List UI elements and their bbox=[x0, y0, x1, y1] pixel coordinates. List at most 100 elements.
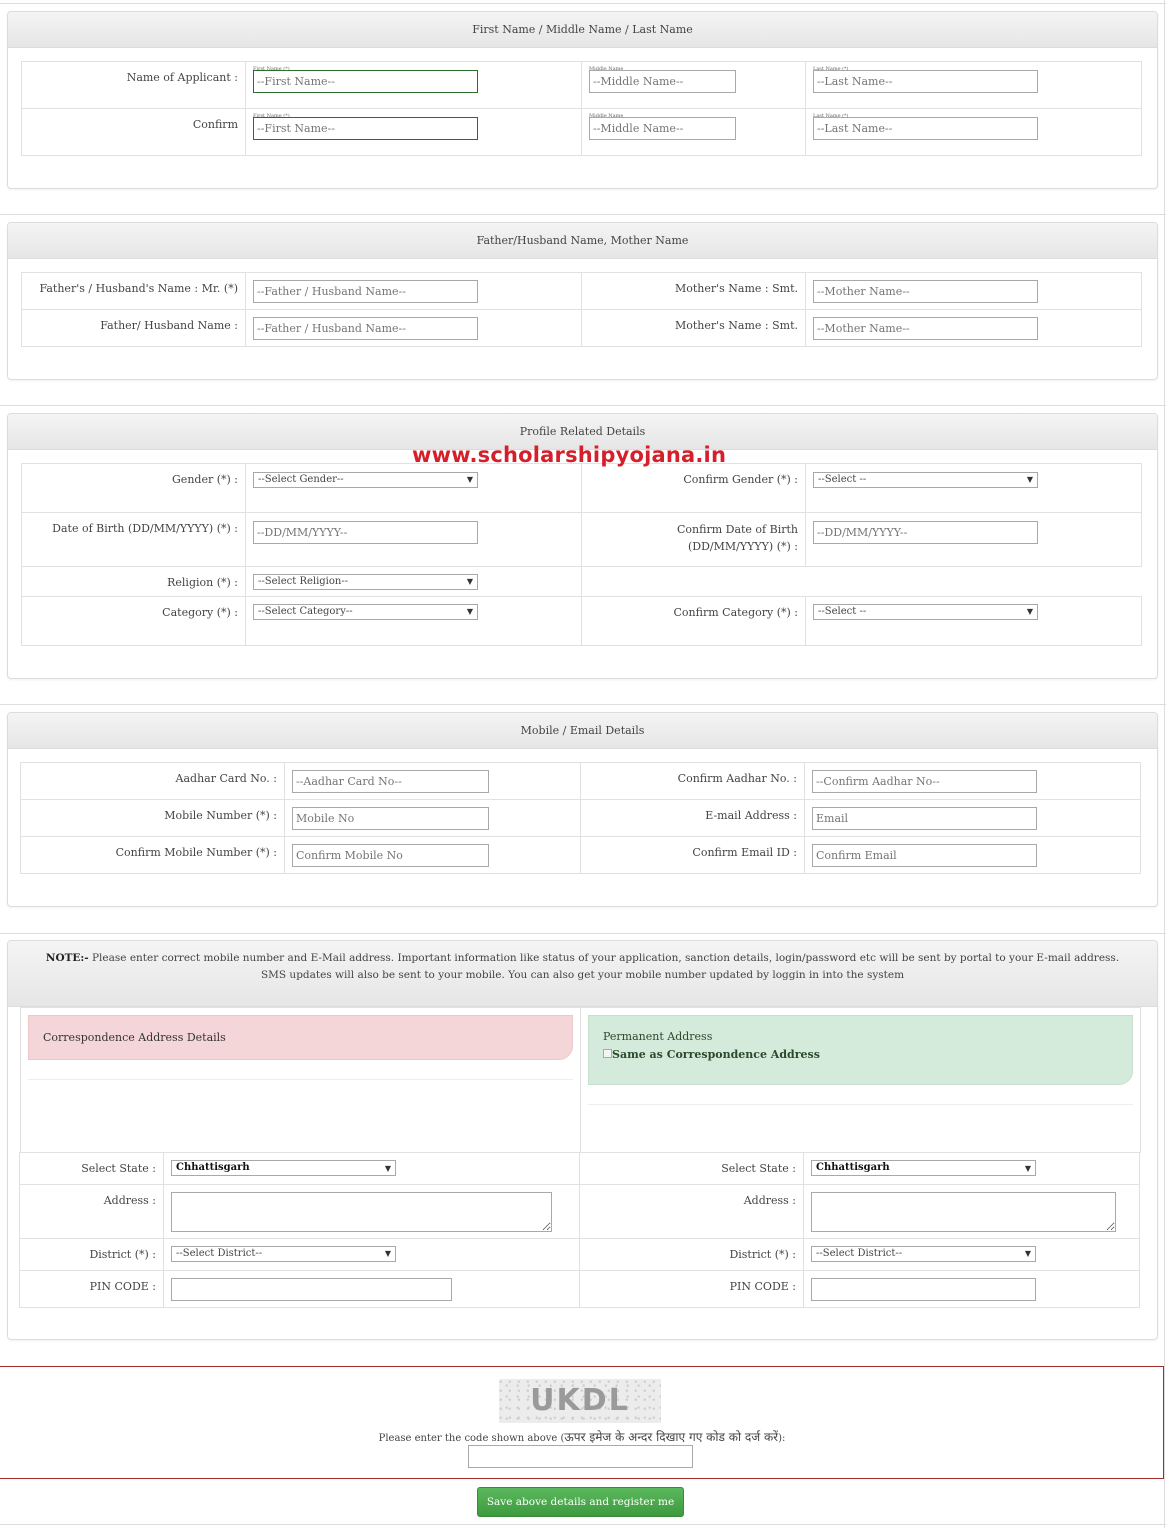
same-as-correspondence-checkbox[interactable] bbox=[603, 1049, 612, 1058]
correspondence-address-textarea[interactable] bbox=[171, 1192, 552, 1232]
correspondence-state-select[interactable]: Chhattisgarh ▼ bbox=[171, 1160, 396, 1176]
confirm-gender-select[interactable]: --Select -- ▼ bbox=[813, 472, 1038, 488]
gender-select-value: --Select Gender-- bbox=[258, 474, 344, 485]
state-row: Select State : Chhattisgarh ▼ Select Stat… bbox=[19, 1152, 1140, 1185]
address-table: Select State : Chhattisgarh ▼ Select Stat… bbox=[19, 1152, 1140, 1308]
mobile-label: Mobile Number (*) : bbox=[20, 799, 285, 837]
permanent-address-header: Permanent Address Same as Correspondence… bbox=[588, 1015, 1133, 1085]
parent-row-confirm: Father/ Husband Name : Mother's Name : S… bbox=[21, 309, 1142, 347]
same-as-correspondence-label: Same as Correspondence Address bbox=[612, 1048, 820, 1061]
gender-select[interactable]: --Select Gender-- ▼ bbox=[253, 472, 478, 488]
mobile-input[interactable] bbox=[292, 807, 489, 830]
religion-select[interactable]: --Select Religion-- ▼ bbox=[253, 574, 478, 590]
confirm-dob-input[interactable] bbox=[813, 521, 1038, 544]
confirm-first-name-input[interactable] bbox=[253, 117, 478, 140]
permanent-state-value: Chhattisgarh bbox=[816, 1162, 890, 1173]
pin-row: PIN CODE : PIN CODE : bbox=[19, 1270, 1140, 1308]
father-name-label: Father's / Husband's Name : Mr. (*) bbox=[21, 272, 246, 310]
chevron-down-icon: ▼ bbox=[1024, 1249, 1031, 1258]
confirm-dob-label: Confirm Date of Birth (DD/MM/YYYY) (*) : bbox=[581, 512, 806, 567]
middle-name-input[interactable] bbox=[589, 70, 736, 93]
confirm-email-input[interactable] bbox=[812, 844, 1037, 867]
captcha-prompt-end: ): bbox=[778, 1433, 786, 1444]
religion-row: Religion (*) : --Select Religion-- ▼ bbox=[21, 566, 1142, 597]
watermark-text: www.scholarshipyojana.in bbox=[412, 443, 727, 467]
chevron-down-icon: ▼ bbox=[466, 475, 473, 484]
correspondence-district-value: --Select District-- bbox=[176, 1248, 263, 1259]
district-row: District (*) : --Select District-- ▼ Dist… bbox=[19, 1238, 1140, 1271]
correspondence-pin-input[interactable] bbox=[171, 1278, 452, 1301]
same-as-correspondence-option[interactable]: Same as Correspondence Address bbox=[603, 1048, 1118, 1061]
aadhar-row: Aadhar Card No. : Confirm Aadhar No. : bbox=[20, 762, 1141, 800]
aadhar-label: Aadhar Card No. : bbox=[20, 762, 285, 800]
parent-table: Father's / Husband's Name : Mr. (*) Moth… bbox=[21, 272, 1142, 347]
correspondence-district-label: District (*) : bbox=[19, 1238, 164, 1271]
correspondence-district-select[interactable]: --Select District-- ▼ bbox=[171, 1246, 396, 1262]
page-right-border bbox=[1164, 0, 1165, 1528]
confirm-first-name-caption: First Name (*) bbox=[253, 113, 290, 119]
correspondence-state-value: Chhattisgarh bbox=[176, 1162, 250, 1173]
divider bbox=[0, 1524, 1166, 1525]
captcha-prompt-hi: ऊपर इमेज के अन्दर दिखाए गए कोड को दर्ज क… bbox=[564, 1430, 779, 1444]
category-row: Category (*) : --Select Category-- ▼ Conf… bbox=[21, 596, 1142, 646]
confirm-mobile-label: Confirm Mobile Number (*) : bbox=[20, 836, 285, 874]
parent-row: Father's / Husband's Name : Mr. (*) Moth… bbox=[21, 272, 1142, 310]
first-name-caption: First Name (*) bbox=[253, 66, 290, 72]
correspondence-address-label: Address : bbox=[19, 1184, 164, 1239]
correspondence-address-header: Correspondence Address Details bbox=[28, 1015, 573, 1060]
category-select-value: --Select Category-- bbox=[258, 606, 353, 617]
permanent-district-select[interactable]: --Select District-- ▼ bbox=[811, 1246, 1036, 1262]
confirm-mobile-input[interactable] bbox=[292, 844, 489, 867]
permanent-address-textarea[interactable] bbox=[811, 1192, 1116, 1232]
permanent-state-label: Select State : bbox=[579, 1152, 804, 1185]
permanent-district-value: --Select District-- bbox=[816, 1248, 903, 1259]
note-body: Please enter correct mobile number and E… bbox=[88, 952, 1120, 981]
divider bbox=[28, 1079, 573, 1080]
address-column-divider bbox=[580, 1007, 581, 1153]
email-input[interactable] bbox=[812, 807, 1037, 830]
father-name-input[interactable] bbox=[253, 280, 478, 303]
last-name-input[interactable] bbox=[813, 70, 1038, 93]
name-table: Name of Applicant : First Name (*) Middl… bbox=[21, 61, 1142, 156]
save-and-register-button[interactable]: Save above details and register me bbox=[477, 1487, 684, 1517]
divider bbox=[0, 933, 1166, 934]
contact-panel-title: Mobile / Email Details bbox=[8, 713, 1157, 749]
dob-input[interactable] bbox=[253, 521, 478, 544]
confirm-email-label: Confirm Email ID : bbox=[580, 836, 805, 874]
confirm-father-name-label: Father/ Husband Name : bbox=[21, 309, 246, 347]
confirm-middle-name-input[interactable] bbox=[589, 117, 736, 140]
captcha-prompt: Please enter the code shown above (ऊपर इ… bbox=[0, 1428, 1164, 1445]
aadhar-input[interactable] bbox=[292, 770, 489, 793]
dob-label: Date of Birth (DD/MM/YYYY) (*) : bbox=[21, 512, 246, 567]
divider bbox=[0, 405, 1166, 406]
confirm-mobile-row: Confirm Mobile Number (*) : Confirm Emai… bbox=[20, 836, 1141, 874]
note-text: NOTE:- Please enter correct mobile numbe… bbox=[8, 941, 1157, 1007]
confirm-last-name-caption: Last Name (*) bbox=[813, 113, 849, 119]
confirm-middle-name-caption: Middle Name bbox=[589, 113, 624, 119]
profile-table: Gender (*) : --Select Gender-- ▼ Confirm … bbox=[21, 463, 1142, 646]
contact-table: Aadhar Card No. : Confirm Aadhar No. : M… bbox=[20, 762, 1141, 874]
first-name-input[interactable] bbox=[253, 70, 478, 93]
confirm-father-name-input[interactable] bbox=[253, 317, 478, 340]
middle-name-caption: Middle Name bbox=[589, 66, 624, 72]
parent-panel-title: Father/Husband Name, Mother Name bbox=[8, 223, 1157, 259]
dob-row: Date of Birth (DD/MM/YYYY) (*) : Confirm… bbox=[21, 512, 1142, 567]
confirm-aadhar-label: Confirm Aadhar No. : bbox=[580, 762, 805, 800]
confirm-aadhar-input[interactable] bbox=[812, 770, 1037, 793]
permanent-state-select[interactable]: Chhattisgarh ▼ bbox=[811, 1160, 1036, 1176]
confirm-last-name-input[interactable] bbox=[813, 117, 1038, 140]
confirm-mother-name-input[interactable] bbox=[813, 317, 1038, 340]
permanent-pin-input[interactable] bbox=[811, 1278, 1036, 1301]
religion-label: Religion (*) : bbox=[21, 566, 246, 597]
permanent-address-title: Permanent Address bbox=[603, 1030, 713, 1043]
name-row-confirm: Confirm First Name (*) Middle Name Last … bbox=[21, 108, 1142, 156]
category-select[interactable]: --Select Category-- ▼ bbox=[253, 604, 478, 620]
mother-name-input[interactable] bbox=[813, 280, 1038, 303]
captcha-input[interactable] bbox=[468, 1445, 693, 1468]
chevron-down-icon: ▼ bbox=[384, 1163, 391, 1173]
permanent-pin-label: PIN CODE : bbox=[579, 1270, 804, 1308]
correspondence-address-title: Correspondence Address Details bbox=[43, 1031, 226, 1044]
divider bbox=[588, 1104, 1133, 1105]
confirm-category-select[interactable]: --Select -- ▼ bbox=[813, 604, 1038, 620]
permanent-district-label: District (*) : bbox=[579, 1238, 804, 1271]
